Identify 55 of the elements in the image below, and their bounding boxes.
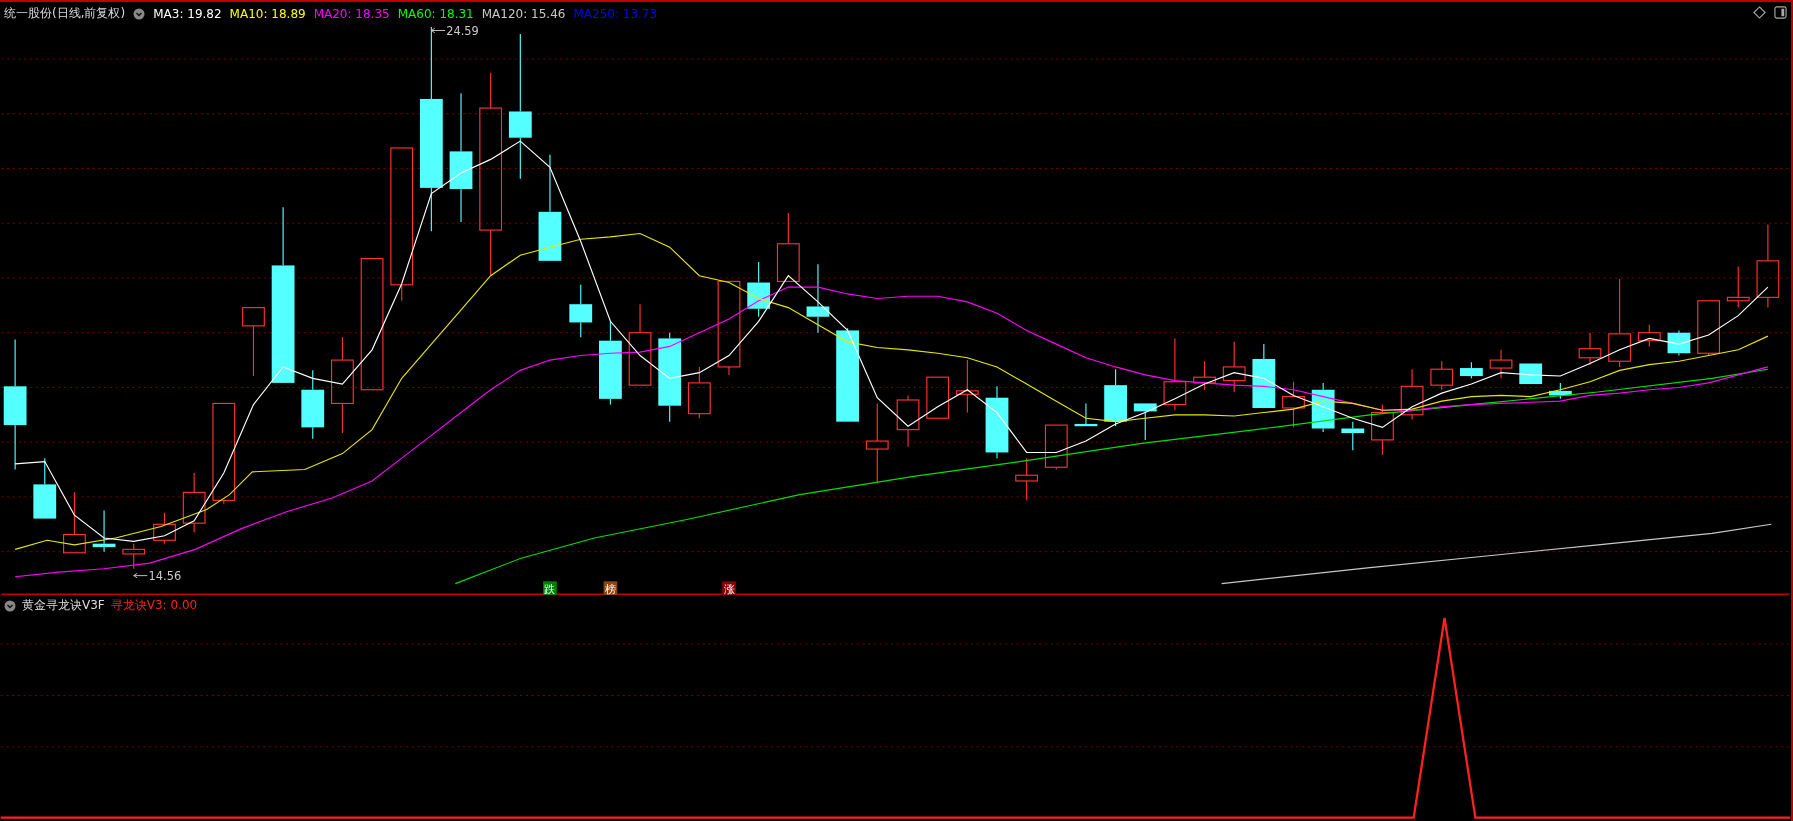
candlestick [1104, 368, 1127, 427]
signal-tag: 涨 [722, 581, 736, 595]
candlestick [569, 284, 593, 338]
moving-average-value: MA3: 19.82 [153, 6, 222, 21]
candlestick [1548, 382, 1572, 400]
indicator-value: 寻龙诀V3: 0.00 [110, 597, 198, 614]
candlestick [806, 263, 830, 334]
candlestick [687, 366, 711, 419]
signal-tag: 跌 [543, 581, 557, 595]
moving-average-value: MA120: 15.46 [481, 6, 566, 21]
candlestick [1578, 332, 1602, 366]
candlestick [776, 212, 800, 282]
candlestick [1430, 360, 1454, 391]
candlestick [1193, 360, 1216, 391]
moving-average-value: MA10: 18.89 [229, 6, 306, 21]
signal-tag: 榜 [603, 581, 618, 595]
candlestick [1044, 424, 1068, 471]
moving-average-value: MA20: 18.35 [313, 6, 390, 21]
candlestick [926, 376, 950, 419]
candlestick [1222, 341, 1246, 393]
candlestick [1460, 361, 1483, 379]
candlestick [1726, 266, 1750, 309]
candlestick [1282, 381, 1305, 428]
candlestick [1489, 349, 1513, 379]
candlestick [1519, 362, 1543, 385]
panel-toggle-icon[interactable] [1774, 6, 1787, 19]
candlestick [1371, 404, 1394, 456]
dropdown-icon[interactable] [133, 7, 146, 20]
dropdown-icon[interactable] [4, 599, 16, 612]
candlestick [153, 512, 176, 545]
candlestick [1252, 343, 1276, 409]
candlestick [1074, 402, 1098, 427]
moving-average-value: MA60: 18.31 [397, 6, 474, 21]
candlestick [1341, 421, 1365, 451]
candlestick [242, 307, 265, 377]
price-annotation: 14.56 [133, 569, 182, 584]
candlestick [122, 543, 146, 570]
chart-title: 统一股份(日线,前复权) [4, 5, 126, 22]
candlestick [1697, 300, 1720, 357]
diamond-icon[interactable] [1753, 6, 1766, 19]
candlestick [92, 510, 116, 553]
candlestick [896, 394, 920, 448]
candlestick [1400, 368, 1424, 420]
indicator-title: 黄金寻龙诀V3F [22, 597, 105, 614]
candlestick [1015, 457, 1039, 501]
candlestick [63, 491, 86, 554]
candlestick [955, 359, 979, 414]
candlestick [1637, 324, 1661, 347]
moving-average-value: MA250: 13.73 [573, 6, 658, 21]
candlestick [1133, 402, 1157, 441]
candlestick [182, 472, 206, 533]
candlestick [33, 457, 57, 520]
candlestick [301, 369, 325, 440]
candlestick [747, 261, 771, 318]
price-annotation: 24.59 [430, 24, 479, 39]
